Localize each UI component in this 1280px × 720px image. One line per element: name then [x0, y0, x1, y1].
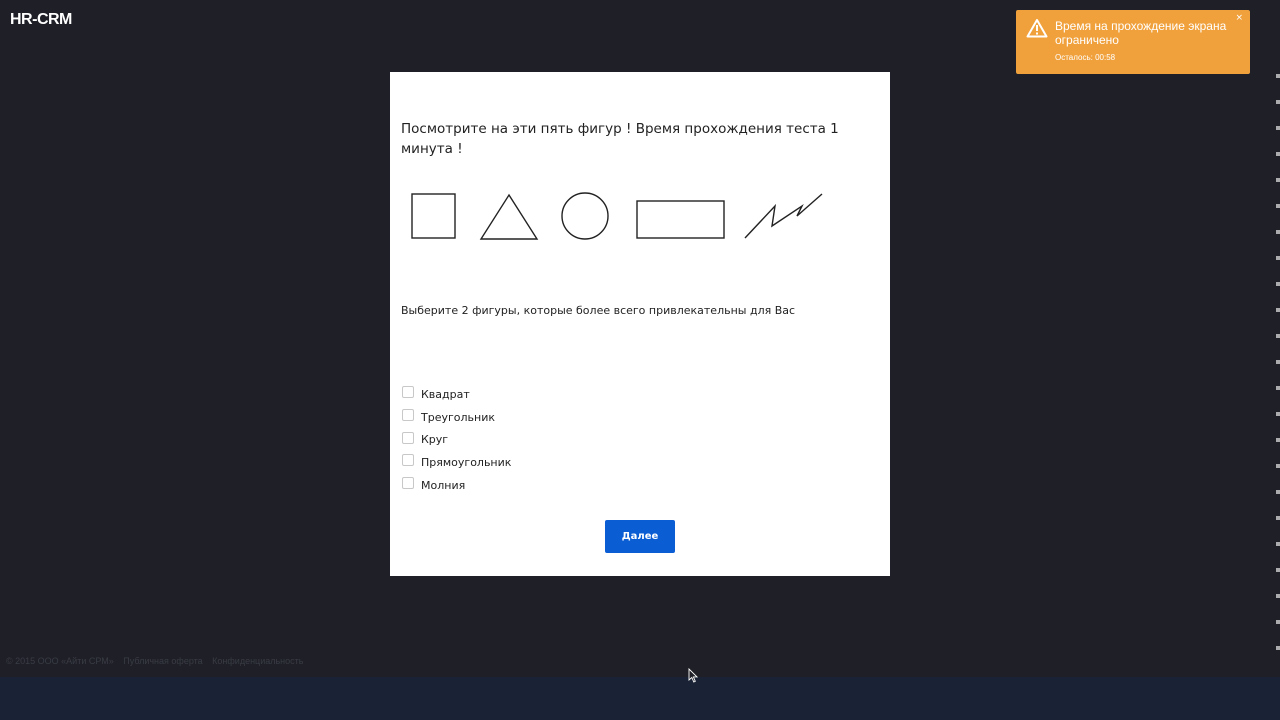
option-square[interactable]: Квадрат [402, 383, 511, 406]
zigzag-icon [744, 193, 823, 239]
circle-icon [561, 192, 609, 240]
test-card: Посмотрите на эти пять фигур ! Время про… [390, 72, 890, 576]
option-label: Треугольник [421, 410, 495, 424]
question-text: Посмотрите на эти пять фигур ! Время про… [401, 121, 839, 157]
checkbox[interactable] [402, 409, 414, 422]
app-logo[interactable]: HR-CRM [10, 11, 72, 29]
toast-remaining-time: Осталось: 00:58 [1055, 53, 1116, 62]
option-triangle[interactable]: Треугольник [402, 406, 511, 429]
option-label: Квадрат [421, 387, 470, 401]
footer-copyright: © 2015 ООО «Айти СРМ» [6, 656, 114, 666]
option-circle[interactable]: Круг [402, 428, 511, 451]
close-icon[interactable]: × [1235, 13, 1243, 23]
right-edge-strip [1276, 52, 1280, 652]
mouse-cursor-icon [688, 668, 698, 683]
screen: HR-CRM Время на прохождение экрана огран… [0, 0, 1280, 720]
bottom-band [0, 677, 1280, 720]
checkbox[interactable] [402, 431, 414, 444]
next-button[interactable]: Далее [605, 520, 675, 553]
warning-icon [1026, 19, 1048, 38]
checkbox[interactable] [402, 477, 414, 490]
option-rectangle[interactable]: Прямоугольник [402, 451, 511, 474]
footer: © 2015 ООО «Айти СРМ» Публичная оферта К… [6, 656, 310, 666]
option-lightning[interactable]: Молния [402, 474, 511, 497]
option-label: Прямоугольник [421, 455, 512, 469]
footer-offer-link[interactable]: Публичная оферта [123, 656, 202, 666]
checkbox[interactable] [402, 386, 414, 399]
shapes-figure [411, 192, 823, 240]
checkbox[interactable] [402, 454, 414, 467]
options-list: Квадрат Треугольник Круг Прямоугольник М… [402, 383, 511, 496]
toast-title: Время на прохождение экрана ограничено [1055, 19, 1227, 47]
square-icon [411, 193, 456, 239]
option-label: Круг [421, 433, 449, 447]
footer-privacy-link[interactable]: Конфиденциальность [212, 656, 303, 666]
rectangle-icon [636, 200, 725, 239]
triangle-icon [479, 193, 539, 240]
time-limit-toast: Время на прохождение экрана ограничено О… [1016, 10, 1250, 74]
option-label: Молния [421, 478, 466, 492]
instruction-text: Выберите 2 фигуры, которые более всего п… [401, 304, 796, 317]
